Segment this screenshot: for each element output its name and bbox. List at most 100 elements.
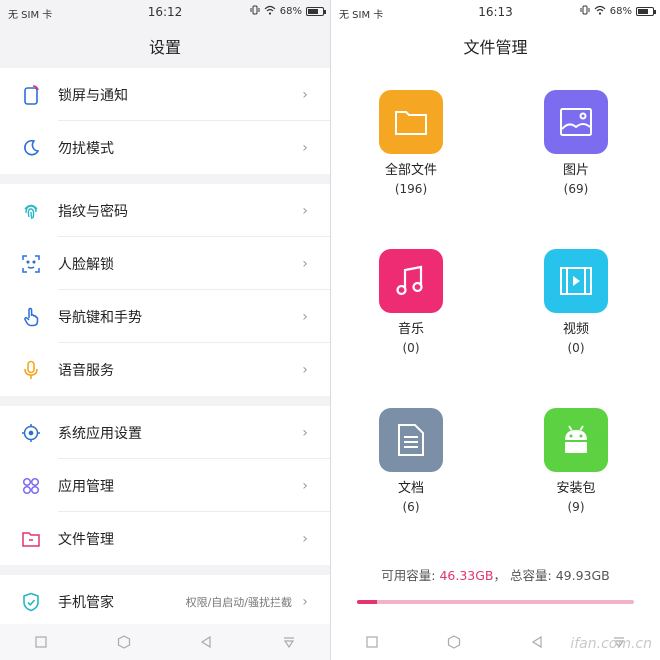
- battery-percent: 68%: [279, 6, 302, 17]
- notification-pulldown-button[interactable]: [269, 629, 309, 655]
- chevron-right-icon: ›: [302, 86, 308, 103]
- chevron-right-icon: ›: [302, 255, 308, 272]
- category-name: 文档: [397, 481, 424, 496]
- settings-item[interactable]: 应用管理 ›: [0, 459, 330, 512]
- settings-group: 手机管家 权限/自启动/骚扰拦截 ›: [0, 575, 330, 628]
- category-count: (9): [567, 500, 585, 514]
- navigation-bar: [0, 624, 330, 660]
- system-settings-icon: [20, 422, 42, 444]
- settings-item-label: 锁屏与通知: [58, 87, 128, 104]
- chevron-right-icon: ›: [302, 139, 308, 156]
- settings-item-label: 应用管理: [58, 478, 114, 495]
- chevron-right-icon: ›: [302, 202, 308, 219]
- music-note-icon: [379, 249, 443, 313]
- moon-icon: [20, 137, 42, 159]
- settings-item-subtitle: 权限/自启动/骚扰拦截: [185, 595, 292, 609]
- face-unlock-icon: [20, 253, 42, 275]
- settings-item[interactable]: 文件管理 ›: [0, 512, 330, 565]
- microphone-icon: [20, 359, 42, 381]
- category-name: 音乐: [397, 322, 424, 337]
- chevron-right-icon: ›: [302, 530, 308, 547]
- video-icon: [544, 249, 608, 313]
- watermark: ifan.com.cn: [570, 636, 652, 652]
- document-icon: [379, 408, 443, 472]
- settings-item-label: 人脸解锁: [58, 256, 114, 273]
- category-tile[interactable]: 全部文件 (196): [351, 90, 471, 198]
- available-label: 可用容量:: [381, 568, 436, 583]
- image-icon: [544, 90, 608, 154]
- app-management-icon: [20, 475, 42, 497]
- settings-item-label: 语音服务: [58, 362, 114, 379]
- group-spacer: [0, 396, 330, 406]
- back-button[interactable]: [186, 629, 226, 655]
- settings-item[interactable]: 手机管家 权限/自启动/骚扰拦截 ›: [0, 575, 330, 628]
- storage-separator: ，: [493, 568, 507, 583]
- folder-icon: [379, 90, 443, 154]
- category-count: (6): [402, 500, 420, 514]
- android-icon: [544, 408, 608, 472]
- wifi-icon: [264, 5, 276, 18]
- storage-summary: 可用容量: 46.33GB， 总容量: 49.93GB: [331, 565, 660, 584]
- category-tile[interactable]: 安装包 (9): [516, 408, 636, 516]
- settings-item[interactable]: 系统应用设置 ›: [0, 406, 330, 459]
- settings-item-label: 导航键和手势: [58, 309, 142, 326]
- settings-item-label: 指纹与密码: [58, 203, 128, 220]
- category-tile[interactable]: 图片 (69): [516, 90, 636, 198]
- total-label: 总容量:: [510, 568, 552, 583]
- battery-percent: 68%: [609, 6, 632, 17]
- settings-item-label: 勿扰模式: [58, 140, 114, 157]
- lockscreen-icon: [20, 84, 42, 106]
- chevron-right-icon: ›: [302, 477, 308, 494]
- category-name: 视频: [562, 322, 589, 337]
- vibrate-icon: [580, 5, 590, 18]
- available-value: 46.33GB: [439, 568, 494, 583]
- group-spacer: [0, 174, 330, 184]
- folder-icon: [20, 528, 42, 550]
- settings-item-label: 手机管家: [58, 594, 114, 611]
- category-name: 安装包: [556, 481, 596, 496]
- battery-icon: [636, 7, 656, 16]
- status-bar: 无 SIM 卡 16:13 68%: [331, 0, 660, 24]
- gesture-hand-icon: [20, 306, 42, 328]
- back-button[interactable]: [517, 629, 557, 655]
- category-count: (0): [402, 341, 420, 355]
- file-manager-screen: 无 SIM 卡 16:13 68% 文件管理 全部文件 (196) 图片 (69) 音乐…: [330, 0, 660, 660]
- page-title: 设置: [0, 24, 330, 68]
- settings-item[interactable]: 人脸解锁 ›: [0, 237, 330, 290]
- settings-item[interactable]: 勿扰模式 ›: [0, 121, 330, 174]
- settings-list: 锁屏与通知 › 勿扰模式 › 指纹与密码 › 人脸解锁 › 导航键和手势 › 语音服务 › 系统应用设置…: [0, 68, 330, 628]
- status-bar: 无 SIM 卡 16:12 68%: [0, 0, 330, 24]
- chevron-right-icon: ›: [302, 308, 308, 325]
- settings-group: 指纹与密码 › 人脸解锁 › 导航键和手势 › 语音服务 ›: [0, 184, 330, 396]
- battery-icon: [306, 7, 326, 16]
- settings-item[interactable]: 导航键和手势 ›: [0, 290, 330, 343]
- home-button[interactable]: [104, 629, 144, 655]
- fingerprint-icon: [20, 200, 42, 222]
- category-count: (196): [394, 182, 428, 196]
- category-tile[interactable]: 音乐 (0): [351, 249, 471, 357]
- total-value: 49.93GB: [555, 568, 610, 583]
- recents-button[interactable]: [352, 629, 392, 655]
- group-spacer: [0, 565, 330, 575]
- category-tile[interactable]: 视频 (0): [516, 249, 636, 357]
- shield-icon: [20, 591, 42, 613]
- chevron-right-icon: ›: [302, 424, 308, 441]
- recents-button[interactable]: [21, 629, 61, 655]
- settings-group: 系统应用设置 › 应用管理 › 文件管理 ›: [0, 406, 330, 565]
- home-button[interactable]: [434, 629, 474, 655]
- wifi-icon: [594, 5, 606, 18]
- settings-item[interactable]: 语音服务 ›: [0, 343, 330, 396]
- category-name: 全部文件: [384, 163, 437, 178]
- chevron-right-icon: ›: [302, 361, 308, 378]
- settings-item-label: 文件管理: [58, 531, 114, 548]
- settings-item[interactable]: 锁屏与通知 ›: [0, 68, 330, 121]
- category-tile[interactable]: 文档 (6): [351, 408, 471, 516]
- storage-progress-bar: [357, 600, 634, 604]
- storage-progress-fill: [357, 600, 377, 604]
- settings-group: 锁屏与通知 › 勿扰模式 ›: [0, 68, 330, 174]
- settings-item[interactable]: 指纹与密码 ›: [0, 184, 330, 237]
- settings-item-label: 系统应用设置: [58, 425, 142, 442]
- category-grid: 全部文件 (196) 图片 (69) 音乐 (0) 视频 (0) 文档 (6) 安装包 (9): [331, 68, 660, 528]
- page-title: 文件管理: [463, 38, 528, 57]
- category-count: (0): [567, 341, 585, 355]
